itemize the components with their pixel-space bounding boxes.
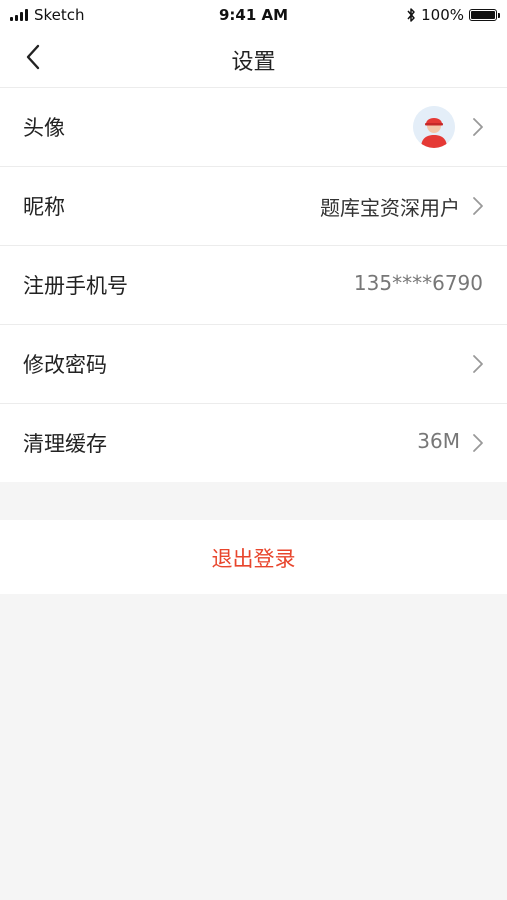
avatar bbox=[413, 106, 455, 148]
settings-list: 头像 昵称 题库宝资深用户 注册手机号 135****6790 修改密码 清理缓… bbox=[0, 88, 507, 482]
bluetooth-icon bbox=[407, 8, 415, 22]
nickname-value: 题库宝资深用户 bbox=[320, 196, 460, 220]
cache-size-value: 36M bbox=[417, 429, 460, 453]
battery-fill bbox=[471, 11, 495, 19]
battery-icon bbox=[469, 9, 500, 21]
settings-row-cache[interactable]: 清理缓存 36M bbox=[0, 404, 507, 482]
battery-percent: 100% bbox=[421, 6, 464, 24]
row-label: 修改密码 bbox=[23, 353, 107, 377]
status-bar: Sketch 9:41 AM 100% bbox=[0, 0, 507, 30]
chevron-right-icon bbox=[473, 434, 483, 452]
row-label: 注册手机号 bbox=[23, 274, 128, 298]
settings-row-avatar[interactable]: 头像 bbox=[0, 88, 507, 167]
nav-bar: 设置 bbox=[0, 30, 507, 88]
chevron-right-icon bbox=[473, 197, 483, 215]
user-avatar-icon bbox=[413, 106, 455, 148]
chevron-right-icon bbox=[473, 355, 483, 373]
row-label: 昵称 bbox=[23, 195, 65, 219]
row-label: 头像 bbox=[23, 116, 65, 140]
settings-row-nickname[interactable]: 昵称 题库宝资深用户 bbox=[0, 167, 507, 246]
chevron-right-icon bbox=[473, 118, 483, 136]
logout-section: 退出登录 bbox=[0, 520, 507, 594]
settings-row-password[interactable]: 修改密码 bbox=[0, 325, 507, 404]
phone-value: 135****6790 bbox=[353, 271, 483, 295]
page-title: 设置 bbox=[231, 50, 276, 75]
status-bar-right: 100% bbox=[406, 6, 500, 24]
row-label: 清理缓存 bbox=[23, 432, 107, 456]
settings-row-phone: 注册手机号 135****6790 bbox=[0, 246, 507, 325]
logout-button[interactable]: 退出登录 bbox=[0, 543, 507, 573]
